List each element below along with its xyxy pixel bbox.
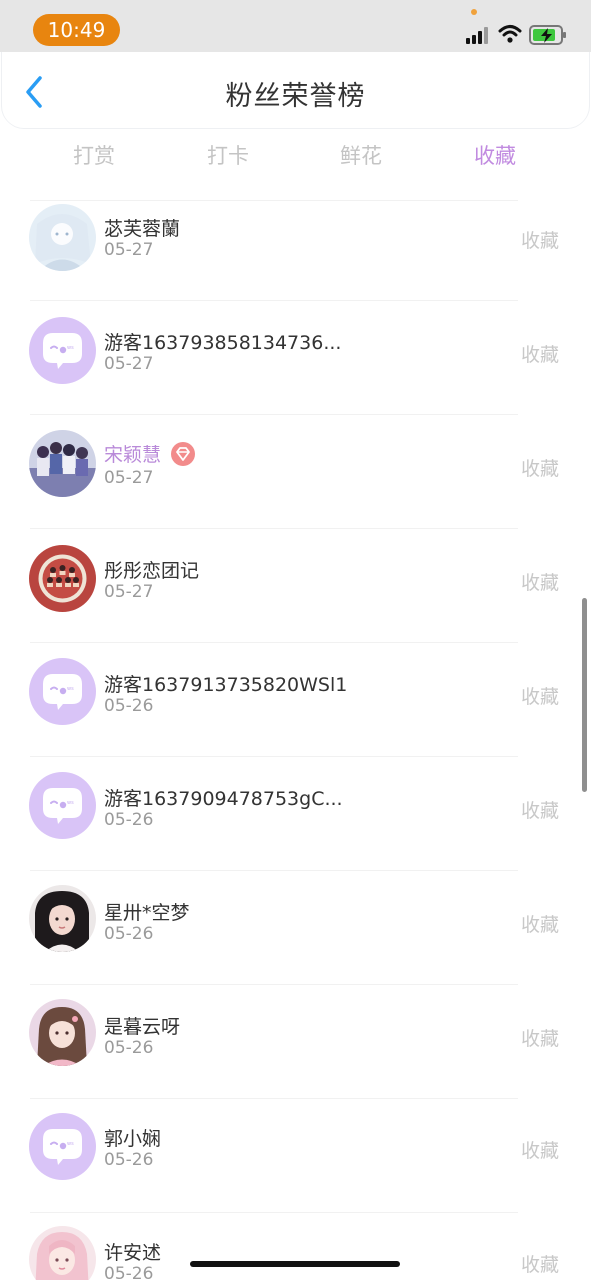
fan-name: 游客163793858134736... <box>104 332 342 354</box>
scrollbar[interactable] <box>582 598 587 792</box>
svg-text:ws: ws <box>67 800 74 806</box>
group-photo-avatar[interactable] <box>29 430 96 497</box>
cellular-signal-icon <box>466 27 488 44</box>
tab-checkin[interactable]: 打卡 <box>183 136 273 176</box>
fan-date: 05-26 <box>104 1264 154 1280</box>
favorite-label: 收藏 <box>520 344 559 366</box>
pink-hair-avatar[interactable] <box>29 1226 96 1280</box>
list-item[interactable]: 苾芙蓉蘭 05-27 收藏 <box>0 200 591 314</box>
wifi-icon <box>498 25 522 43</box>
fan-date: 05-26 <box>104 696 154 716</box>
row-divider <box>30 1212 518 1213</box>
diamond-badge-icon <box>171 441 196 466</box>
row-divider <box>30 642 518 643</box>
fan-date: 05-26 <box>104 1150 154 1170</box>
row-divider <box>30 756 518 757</box>
row-divider <box>30 528 518 529</box>
favorite-label: 收藏 <box>520 1140 559 1162</box>
list-item[interactable]: 彤彤恋团记 05-27 收藏 <box>0 528 591 642</box>
tab-favorites[interactable]: 收藏 <box>450 136 540 176</box>
list-item[interactable]: 星卅*空梦 05-26 收藏 <box>0 870 591 984</box>
red-emblem-avatar[interactable] <box>29 545 96 612</box>
list-item[interactable]: ws 游客1637913735820WSl1 05-26 收藏 <box>0 642 591 756</box>
status-bar: 10:49 <box>0 0 591 52</box>
status-time: 10:49 <box>33 14 120 46</box>
favorite-label: 收藏 <box>520 458 559 480</box>
fan-name: 星卅*空梦 <box>104 902 190 924</box>
tab-reward[interactable]: 打赏 <box>49 136 139 176</box>
fan-date: 05-27 <box>104 582 154 602</box>
fan-date: 05-27 <box>104 468 154 488</box>
favorite-label: 收藏 <box>520 1028 559 1050</box>
guest-chat-avatar[interactable]: ws <box>29 1113 96 1180</box>
guest-chat-avatar[interactable]: ws <box>29 658 96 725</box>
fan-date: 05-26 <box>104 924 154 944</box>
row-divider <box>30 984 518 985</box>
battery-charging-icon <box>529 25 566 45</box>
list-item[interactable]: 是暮云呀 05-26 收藏 <box>0 984 591 1098</box>
row-divider <box>30 1098 518 1099</box>
row-divider <box>30 870 518 871</box>
illustrated-girl-avatar[interactable] <box>29 999 96 1066</box>
privacy-indicator-dot <box>471 9 477 15</box>
girl-photo-avatar[interactable] <box>29 885 96 952</box>
fan-date: 05-26 <box>104 810 154 830</box>
fan-date: 05-27 <box>104 354 154 374</box>
guest-chat-avatar[interactable]: ws <box>29 317 96 384</box>
favorite-label: 收藏 <box>520 800 559 822</box>
favorite-label: 收藏 <box>520 914 559 936</box>
row-divider <box>30 300 518 301</box>
favorite-label: 收藏 <box>520 572 559 594</box>
row-divider <box>30 414 518 415</box>
top-nav-bar: 粉丝荣誉榜 <box>2 52 589 128</box>
fan-name: 许安述 <box>104 1242 162 1264</box>
fan-name: 宋颖慧 <box>104 440 196 468</box>
page-title: 粉丝荣誉榜 <box>225 81 366 112</box>
fan-name-text: 宋颖慧 <box>104 444 162 466</box>
tab-flowers[interactable]: 鲜花 <box>316 136 406 176</box>
favorite-label: 收藏 <box>520 1254 559 1276</box>
list-item[interactable]: ws 游客1637909478753gC... 05-26 收藏 <box>0 756 591 870</box>
fan-name: 苾芙蓉蘭 <box>104 218 181 240</box>
favorite-label: 收藏 <box>520 686 559 708</box>
fan-date: 05-26 <box>104 1038 154 1058</box>
svg-text:ws: ws <box>67 345 74 351</box>
fan-name: 游客1637913735820WSl1 <box>104 674 348 696</box>
row-divider <box>30 200 518 201</box>
fan-name: 是暮云呀 <box>104 1016 181 1038</box>
list-item[interactable]: ws 游客163793858134736... 05-27 收藏 <box>0 300 591 414</box>
anime-girl-avatar[interactable] <box>29 204 96 271</box>
fan-date: 05-27 <box>104 240 154 260</box>
list-item[interactable]: ws 郭小娴 05-26 收藏 <box>0 1098 591 1212</box>
fan-name: 郭小娴 <box>104 1128 162 1150</box>
list-item[interactable]: 许安述 05-26 收藏 <box>0 1212 591 1280</box>
favorite-label: 收藏 <box>520 230 559 252</box>
list-item[interactable]: 宋颖慧 05-27 收藏 <box>0 414 591 528</box>
category-tabs: 打赏 打卡 鲜花 收藏 <box>0 136 591 176</box>
fan-name: 游客1637909478753gC... <box>104 788 343 810</box>
guest-chat-avatar[interactable]: ws <box>29 772 96 839</box>
svg-text:ws: ws <box>67 1141 74 1147</box>
svg-text:ws: ws <box>67 686 74 692</box>
fan-name: 彤彤恋团记 <box>104 560 200 582</box>
home-indicator[interactable] <box>190 1261 400 1267</box>
